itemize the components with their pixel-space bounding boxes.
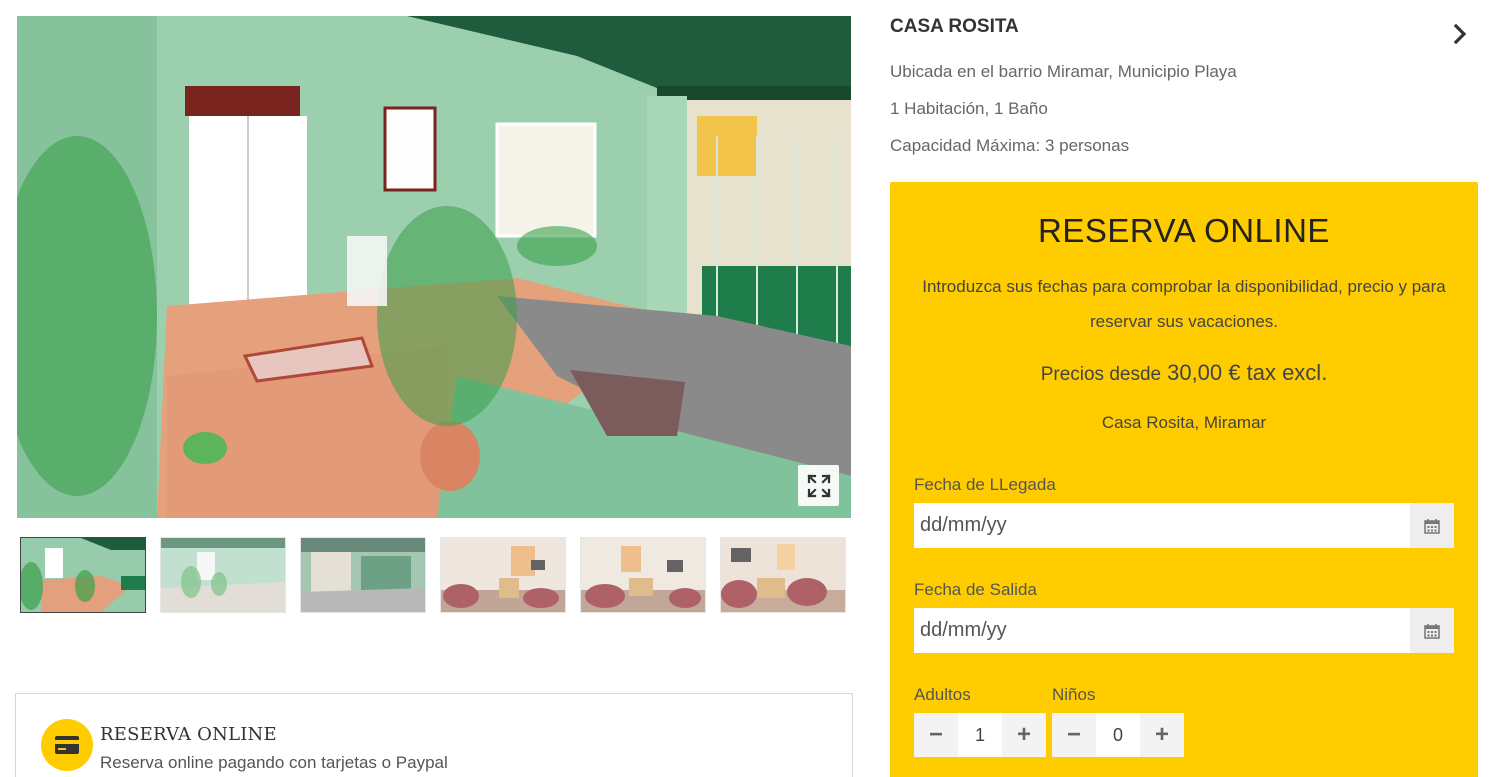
children-increment-button[interactable]: + <box>1140 713 1184 757</box>
thumbnail-living-room-3[interactable] <box>720 537 846 613</box>
adults-label: Adultos <box>914 685 971 704</box>
arrival-date-field <box>914 503 1454 548</box>
property-location: Ubicada en el barrio Miramar, Municipio … <box>890 62 1237 81</box>
departure-label: Fecha de Salida <box>914 580 1037 599</box>
expand-icon <box>806 473 831 498</box>
booking-panel: RESERVA ONLINE Introduzca sus fechas par… <box>890 182 1478 777</box>
main-photo[interactable] <box>17 16 851 518</box>
feature-title: RESERVA ONLINE <box>100 724 277 745</box>
price-label: Precios desde <box>1040 364 1162 385</box>
children-value[interactable]: 0 <box>1096 713 1140 757</box>
children-stepper: − 0 + <box>1052 713 1184 757</box>
porch-photo-image <box>17 16 851 518</box>
feature-icon-circle <box>41 719 93 771</box>
price-value: 30,00 € tax excl. <box>1167 360 1328 385</box>
departure-calendar-button[interactable] <box>1410 608 1454 653</box>
property-capacity: Capacidad Máxima: 3 personas <box>890 136 1130 155</box>
calendar-icon <box>1424 623 1440 639</box>
property-title: CASA ROSITA <box>890 16 1019 37</box>
departure-date-field <box>914 608 1454 653</box>
thumbnail-porch-side[interactable] <box>160 537 286 613</box>
booking-location: Casa Rosita, Miramar <box>1101 413 1267 432</box>
adults-increment-button[interactable]: + <box>1002 713 1046 757</box>
thumbnail-living-room-1[interactable] <box>440 537 566 613</box>
feature-online-booking: RESERVA ONLINE Reserva online pagando co… <box>15 693 853 777</box>
adults-decrement-button[interactable]: − <box>914 713 958 757</box>
booking-description: Introduzca sus fechas para comprobar la … <box>922 277 1446 331</box>
booking-title: RESERVA ONLINE <box>1038 212 1330 249</box>
chevron-right-icon <box>1453 23 1467 45</box>
next-property-button[interactable] <box>1450 22 1470 46</box>
expand-button[interactable] <box>798 465 839 506</box>
thumbnail-porch-front[interactable] <box>20 537 146 613</box>
thumbnail-strip <box>20 537 850 613</box>
adults-stepper: − 1 + <box>914 713 1046 757</box>
property-rooms: 1 Habitación, 1 Baño <box>890 99 1048 118</box>
calendar-icon <box>1424 518 1440 534</box>
thumbnail-living-room-2[interactable] <box>580 537 706 613</box>
price-line: Precios desde 30,00 € tax excl. <box>890 360 1478 386</box>
departure-date-input[interactable] <box>914 608 1410 653</box>
credit-card-icon <box>55 736 79 754</box>
arrival-date-input[interactable] <box>914 503 1410 548</box>
adults-value[interactable]: 1 <box>958 713 1002 757</box>
thumbnail-porch-gate[interactable] <box>300 537 426 613</box>
arrival-label: Fecha de LLegada <box>914 475 1056 494</box>
feature-subtitle: Reserva online pagando con tarjetas o Pa… <box>100 753 448 772</box>
children-label: Niños <box>1052 685 1096 704</box>
arrival-calendar-button[interactable] <box>1410 503 1454 548</box>
children-decrement-button[interactable]: − <box>1052 713 1096 757</box>
